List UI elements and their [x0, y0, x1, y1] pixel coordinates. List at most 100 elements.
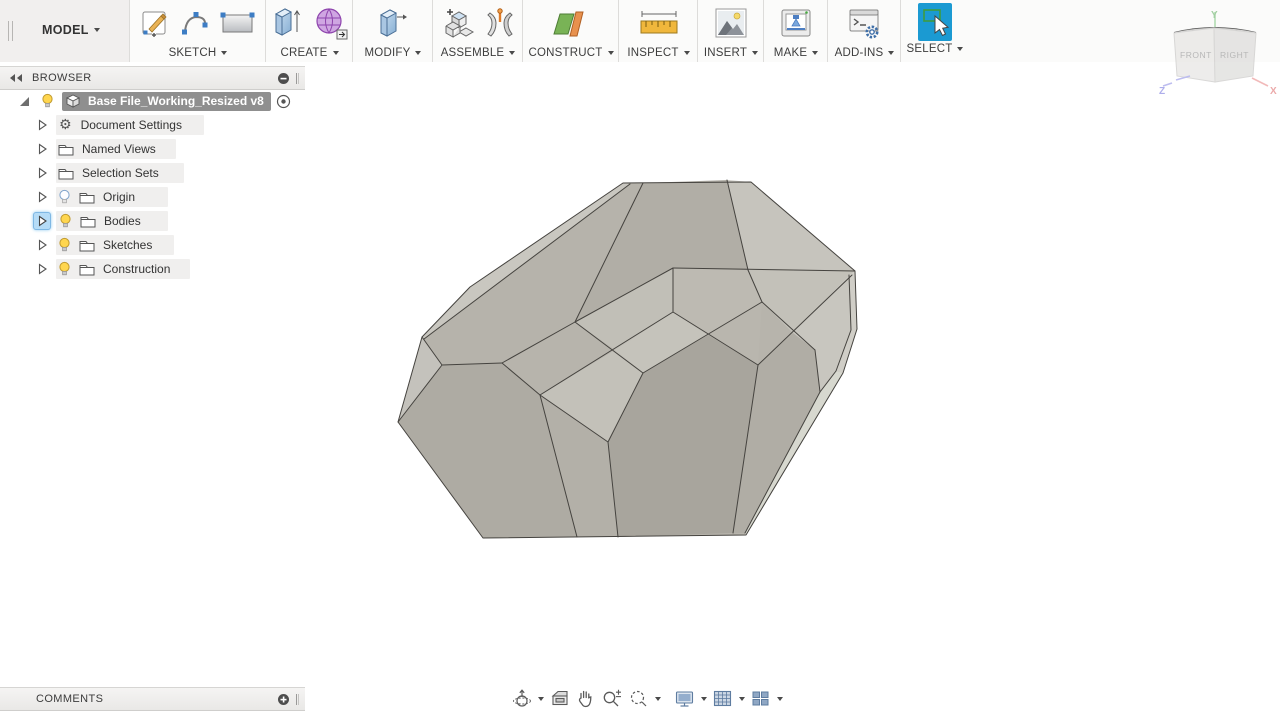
chevron-down-icon [655, 697, 661, 701]
new-component-icon[interactable] [442, 4, 476, 42]
chevron-down-icon [888, 50, 895, 55]
tree-row-selection-sets[interactable]: Selection Sets [0, 161, 305, 185]
folder-icon [79, 264, 95, 275]
zoom-window-icon[interactable] [628, 688, 661, 710]
expand-arrow-icon[interactable] [38, 191, 47, 203]
collapse-arrow-icon[interactable] [19, 96, 30, 107]
toolbar-grip[interactable] [12, 21, 13, 41]
expand-arrow-icon [38, 215, 47, 227]
assemble-menu[interactable]: ASSEMBLE [441, 45, 516, 60]
expand-arrow-icon[interactable] [38, 119, 47, 131]
expand-arrow-icon[interactable] [38, 263, 47, 275]
body-rock-model[interactable] [397, 179, 858, 539]
axis-y-label: Y [1211, 10, 1218, 21]
active-component-row[interactable]: Base File_Working_Resized v8 [62, 91, 271, 111]
addins-menu[interactable]: ADD-INS [835, 45, 895, 60]
pan-icon[interactable] [575, 688, 596, 710]
workspace-dropdown[interactable]: MODEL [42, 23, 100, 37]
three-point-arc-icon[interactable] [179, 6, 211, 40]
toolbar-group-sketch: SKETCH [129, 0, 266, 62]
collapse-panel-icon[interactable] [8, 73, 24, 83]
workspace-switcher-block: MODEL [0, 0, 129, 62]
visibility-bulb-icon[interactable] [58, 261, 71, 277]
browser-tree: Base File_Working_Resized v8 ⚙ Document … [0, 89, 305, 281]
view-cube[interactable]: Y Z X FRONT RIGHT [1158, 6, 1280, 100]
viewcube-front-face[interactable]: FRONT [1180, 50, 1212, 60]
scripts-and-addins-icon[interactable] [847, 5, 883, 41]
tree-row-root[interactable]: Base File_Working_Resized v8 [0, 89, 305, 113]
visibility-bulb-icon[interactable] [58, 237, 71, 253]
toolbar-group-construct: CONSTRUCT [522, 0, 619, 62]
create-sketch-icon[interactable] [140, 5, 170, 41]
remove-panel-icon[interactable] [277, 72, 290, 85]
viewports-icon[interactable] [750, 688, 783, 710]
expand-arrow-icon[interactable] [38, 167, 47, 179]
joint-icon[interactable] [485, 5, 515, 41]
folder-icon [58, 168, 74, 179]
expand-arrow-icon[interactable] [38, 239, 47, 251]
select-tool-active[interactable] [918, 3, 952, 41]
component-cube-icon [65, 94, 81, 108]
folder-icon [79, 240, 95, 251]
toolbar-group-addins: ADD-INS [827, 0, 901, 62]
bodies-expand-arrow-highlighted[interactable] [33, 212, 51, 230]
chevron-down-icon [509, 50, 516, 55]
document-name: Base File_Working_Resized v8 [88, 94, 264, 108]
toolbar-grip[interactable] [8, 21, 9, 41]
main-toolbar: MODEL SKETCH CREATE MODIFY ASSEMBLE CONS… [0, 0, 1280, 62]
chevron-down-icon [777, 697, 783, 701]
two-point-rectangle-icon[interactable] [220, 8, 256, 38]
display-settings-icon[interactable] [674, 688, 707, 710]
look-at-icon[interactable] [549, 688, 570, 710]
tree-row-sketches[interactable]: Sketches [0, 233, 305, 257]
axis-x-label: X [1270, 86, 1277, 97]
panel-resize-grip[interactable] [296, 72, 297, 84]
modify-menu[interactable]: MODIFY [365, 45, 422, 60]
panel-resize-grip[interactable] [296, 693, 297, 705]
visibility-bulb-icon[interactable] [59, 213, 72, 229]
navigation-toolbar [511, 687, 783, 711]
construction-plane-icon[interactable] [552, 4, 590, 42]
measure-icon[interactable] [636, 6, 682, 40]
browser-panel-header[interactable]: BROWSER [0, 66, 305, 90]
select-menu[interactable]: SELECT [907, 41, 964, 56]
visibility-bulb-off-icon[interactable] [58, 189, 71, 205]
extrude-icon[interactable] [270, 4, 304, 42]
tree-row-bodies[interactable]: Bodies [0, 209, 305, 233]
3d-model-viewport[interactable] [390, 170, 865, 545]
insert-menu[interactable]: INSERT [704, 45, 759, 60]
chevron-down-icon [538, 697, 544, 701]
orbit-icon[interactable] [511, 688, 544, 710]
select-icon [923, 9, 949, 37]
grid-display-icon[interactable] [712, 688, 745, 710]
activate-radio-icon[interactable] [276, 94, 291, 109]
sketch-menu[interactable]: SKETCH [169, 45, 228, 60]
press-pull-icon[interactable] [375, 4, 411, 42]
zoom-icon[interactable] [601, 688, 623, 710]
3d-print-icon[interactable] [778, 5, 814, 41]
construct-menu[interactable]: CONSTRUCT [529, 45, 614, 60]
inspect-menu[interactable]: INSPECT [627, 45, 690, 60]
chevron-down-icon [957, 46, 964, 51]
tree-row-origin[interactable]: Origin [0, 185, 305, 209]
chevron-down-icon [332, 50, 339, 55]
make-menu[interactable]: MAKE [774, 45, 819, 60]
chevron-down-icon [752, 50, 759, 55]
comments-panel-title: COMMENTS [36, 693, 104, 705]
tree-row-document-settings[interactable]: ⚙ Document Settings [0, 113, 305, 137]
tree-row-construction[interactable]: Construction [0, 257, 305, 281]
toolbar-group-assemble: ASSEMBLE [432, 0, 523, 62]
tree-row-named-views[interactable]: Named Views [0, 137, 305, 161]
chevron-down-icon [607, 50, 614, 55]
create-form-icon[interactable] [313, 4, 349, 42]
expand-arrow-icon[interactable] [38, 143, 47, 155]
add-comment-icon[interactable] [277, 693, 290, 706]
viewcube-right-face[interactable]: RIGHT [1220, 50, 1249, 60]
comments-panel-header[interactable]: COMMENTS [0, 687, 305, 711]
toolbar-group-modify: MODIFY [352, 0, 433, 62]
toolbar-group-create: CREATE [265, 0, 353, 62]
visibility-bulb-icon[interactable] [41, 93, 54, 109]
chevron-down-icon [701, 697, 707, 701]
insert-image-icon[interactable] [713, 5, 749, 41]
create-menu[interactable]: CREATE [281, 45, 339, 60]
